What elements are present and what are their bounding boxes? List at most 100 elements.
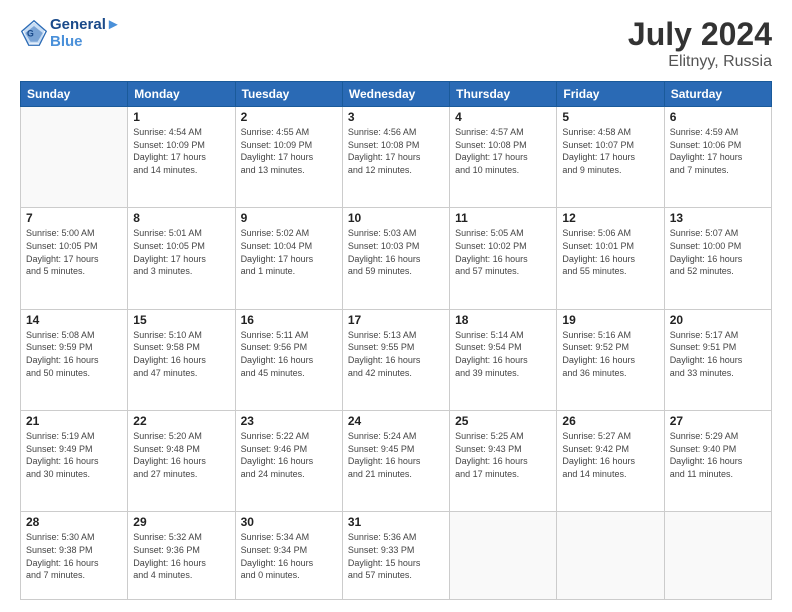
table-row: 6Sunrise: 4:59 AMSunset: 10:06 PMDayligh…: [664, 107, 771, 208]
table-row: 2Sunrise: 4:55 AMSunset: 10:09 PMDayligh…: [235, 107, 342, 208]
table-row: 12 Sunrise: 5:06 AMSunset: 10:01 PMDaylig…: [557, 208, 664, 309]
day-number: 9: [241, 211, 337, 225]
table-row: 15 Sunrise: 5:10 AMSunset: 9:58 PMDayligh…: [128, 309, 235, 410]
day-number: 4: [455, 110, 551, 124]
day-number: 21: [26, 414, 122, 428]
day-number: 31: [348, 515, 444, 529]
col-saturday: Saturday: [664, 82, 771, 107]
month-title: July 2024: [628, 16, 772, 53]
day-number: 30: [241, 515, 337, 529]
table-row: [664, 512, 771, 600]
day-info: Sunrise: 5:13 AMSunset: 9:55 PMDaylight:…: [348, 329, 444, 379]
day-info: Sunrise: 4:55 AMSunset: 10:09 PMDaylight…: [241, 126, 337, 176]
col-wednesday: Wednesday: [342, 82, 449, 107]
day-info: Sunrise: 4:54 AMSunset: 10:09 PMDaylight…: [133, 126, 229, 176]
day-number: 8: [133, 211, 229, 225]
day-number: 14: [26, 313, 122, 327]
day-info: Sunrise: 5:14 AMSunset: 9:54 PMDaylight:…: [455, 329, 551, 379]
table-row: 24 Sunrise: 5:24 AMSunset: 9:45 PMDayligh…: [342, 411, 449, 512]
table-row: [450, 512, 557, 600]
day-info: Sunrise: 4:57 AMSunset: 10:08 PMDaylight…: [455, 126, 551, 176]
col-thursday: Thursday: [450, 82, 557, 107]
svg-text:G: G: [27, 29, 34, 39]
table-row: 21 Sunrise: 5:19 AMSunset: 9:49 PMDayligh…: [21, 411, 128, 512]
day-info: Sunrise: 4:58 AMSunset: 10:07 PMDaylight…: [562, 126, 658, 176]
day-number: 6: [670, 110, 766, 124]
day-info: Sunrise: 5:01 AMSunset: 10:05 PMDaylight…: [133, 227, 229, 277]
header: G General► Blue July 2024 Elitnyy, Russi…: [20, 16, 772, 71]
day-info: Sunrise: 5:36 AMSunset: 9:33 PMDaylight:…: [348, 531, 444, 581]
table-row: 25 Sunrise: 5:25 AMSunset: 9:43 PMDayligh…: [450, 411, 557, 512]
table-row: 29 Sunrise: 5:32 AMSunset: 9:36 PMDayligh…: [128, 512, 235, 600]
day-info: Sunrise: 5:30 AMSunset: 9:38 PMDaylight:…: [26, 531, 122, 581]
table-row: 1 Sunrise: 4:54 AMSunset: 10:09 PMDayligh…: [128, 107, 235, 208]
table-row: 22 Sunrise: 5:20 AMSunset: 9:48 PMDayligh…: [128, 411, 235, 512]
col-tuesday: Tuesday: [235, 82, 342, 107]
table-row: 5 Sunrise: 4:58 AMSunset: 10:07 PMDayligh…: [557, 107, 664, 208]
day-number: 16: [241, 313, 337, 327]
table-row: 18 Sunrise: 5:14 AMSunset: 9:54 PMDayligh…: [450, 309, 557, 410]
day-number: 25: [455, 414, 551, 428]
logo-text: General► Blue: [50, 16, 121, 51]
day-number: 20: [670, 313, 766, 327]
weekday-header-row: Sunday Monday Tuesday Wednesday Thursday…: [21, 82, 772, 107]
day-number: 27: [670, 414, 766, 428]
table-row: 3Sunrise: 4:56 AMSunset: 10:08 PMDayligh…: [342, 107, 449, 208]
table-row: 19Sunrise: 5:16 AMSunset: 9:52 PMDayligh…: [557, 309, 664, 410]
day-info: Sunrise: 5:10 AMSunset: 9:58 PMDaylight:…: [133, 329, 229, 379]
table-row: 8 Sunrise: 5:01 AMSunset: 10:05 PMDayligh…: [128, 208, 235, 309]
col-friday: Friday: [557, 82, 664, 107]
day-number: 12: [562, 211, 658, 225]
day-info: Sunrise: 5:32 AMSunset: 9:36 PMDaylight:…: [133, 531, 229, 581]
day-number: 15: [133, 313, 229, 327]
table-row: 23 Sunrise: 5:22 AMSunset: 9:46 PMDayligh…: [235, 411, 342, 512]
table-row: [21, 107, 128, 208]
day-info: Sunrise: 5:06 AMSunset: 10:01 PMDaylight…: [562, 227, 658, 277]
day-number: 5: [562, 110, 658, 124]
day-info: Sunrise: 5:00 AMSunset: 10:05 PMDaylight…: [26, 227, 122, 277]
table-row: 10 Sunrise: 5:03 AMSunset: 10:03 PMDaylig…: [342, 208, 449, 309]
col-monday: Monday: [128, 82, 235, 107]
day-info: Sunrise: 5:03 AMSunset: 10:03 PMDaylight…: [348, 227, 444, 277]
table-row: 16 Sunrise: 5:11 AMSunset: 9:56 PMDayligh…: [235, 309, 342, 410]
day-number: 1: [133, 110, 229, 124]
day-info: Sunrise: 5:11 AMSunset: 9:56 PMDaylight:…: [241, 329, 337, 379]
day-info: Sunrise: 5:07 AMSunset: 10:00 PMDaylight…: [670, 227, 766, 277]
day-info: Sunrise: 5:29 AMSunset: 9:40 PMDaylight:…: [670, 430, 766, 480]
day-info: Sunrise: 5:22 AMSunset: 9:46 PMDaylight:…: [241, 430, 337, 480]
col-sunday: Sunday: [21, 82, 128, 107]
day-info: Sunrise: 5:20 AMSunset: 9:48 PMDaylight:…: [133, 430, 229, 480]
table-row: 17 Sunrise: 5:13 AMSunset: 9:55 PMDayligh…: [342, 309, 449, 410]
logo-icon: G: [20, 19, 48, 47]
day-number: 28: [26, 515, 122, 529]
day-number: 22: [133, 414, 229, 428]
day-number: 7: [26, 211, 122, 225]
table-row: 4 Sunrise: 4:57 AMSunset: 10:08 PMDayligh…: [450, 107, 557, 208]
day-number: 26: [562, 414, 658, 428]
day-number: 29: [133, 515, 229, 529]
day-info: Sunrise: 5:25 AMSunset: 9:43 PMDaylight:…: [455, 430, 551, 480]
day-info: Sunrise: 5:02 AMSunset: 10:04 PMDaylight…: [241, 227, 337, 277]
day-number: 18: [455, 313, 551, 327]
table-row: 31 Sunrise: 5:36 AMSunset: 9:33 PMDayligh…: [342, 512, 449, 600]
day-number: 24: [348, 414, 444, 428]
table-row: 11 Sunrise: 5:05 AMSunset: 10:02 PMDaylig…: [450, 208, 557, 309]
day-number: 10: [348, 211, 444, 225]
day-info: Sunrise: 5:16 AMSunset: 9:52 PMDaylight:…: [562, 329, 658, 379]
day-number: 23: [241, 414, 337, 428]
day-number: 17: [348, 313, 444, 327]
table-row: 28 Sunrise: 5:30 AMSunset: 9:38 PMDayligh…: [21, 512, 128, 600]
table-row: 13 Sunrise: 5:07 AMSunset: 10:00 PMDaylig…: [664, 208, 771, 309]
day-info: Sunrise: 5:05 AMSunset: 10:02 PMDaylight…: [455, 227, 551, 277]
location-title: Elitnyy, Russia: [628, 53, 772, 71]
day-info: Sunrise: 5:19 AMSunset: 9:49 PMDaylight:…: [26, 430, 122, 480]
table-row: 26Sunrise: 5:27 AMSunset: 9:42 PMDayligh…: [557, 411, 664, 512]
day-info: Sunrise: 5:24 AMSunset: 9:45 PMDaylight:…: [348, 430, 444, 480]
table-row: 9 Sunrise: 5:02 AMSunset: 10:04 PMDayligh…: [235, 208, 342, 309]
day-number: 11: [455, 211, 551, 225]
table-row: 7 Sunrise: 5:00 AMSunset: 10:05 PMDayligh…: [21, 208, 128, 309]
calendar-table: Sunday Monday Tuesday Wednesday Thursday…: [20, 81, 772, 600]
table-row: 30Sunrise: 5:34 AMSunset: 9:34 PMDayligh…: [235, 512, 342, 600]
day-info: Sunrise: 5:08 AMSunset: 9:59 PMDaylight:…: [26, 329, 122, 379]
day-number: 13: [670, 211, 766, 225]
